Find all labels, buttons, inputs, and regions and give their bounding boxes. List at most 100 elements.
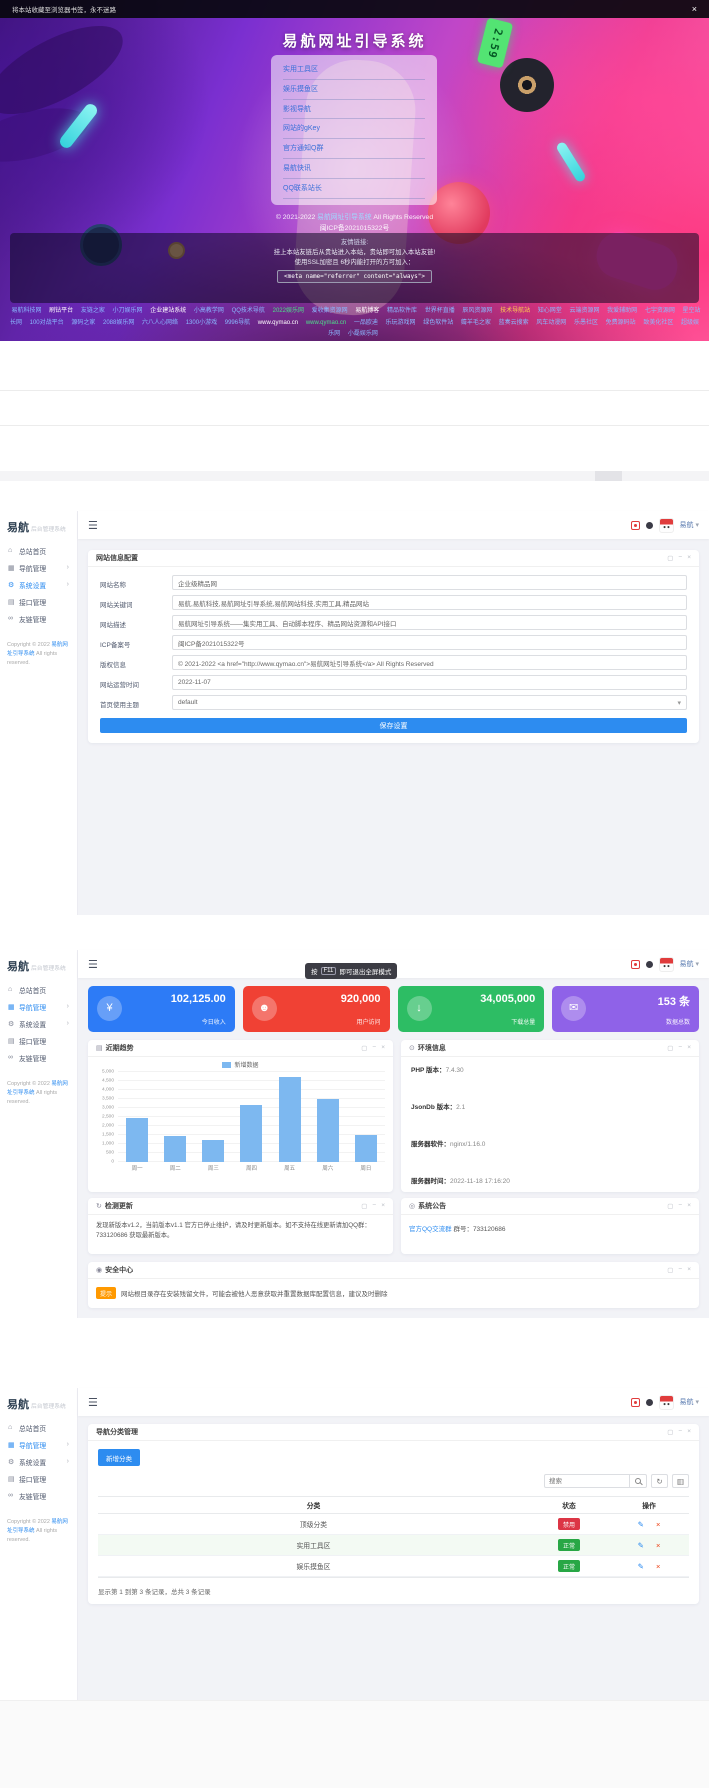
close-icon[interactable]: ×: [687, 1428, 691, 1436]
stat-card[interactable]: ↓ 34,005,000 下载总量: [398, 986, 545, 1032]
add-category-button[interactable]: 新增分类: [98, 1449, 140, 1466]
sidebar-item[interactable]: ⌂ 总站首页: [0, 981, 77, 998]
user-menu[interactable]: 易航 ▾: [680, 959, 699, 969]
close-icon[interactable]: ×: [687, 1044, 691, 1052]
search-icon[interactable]: [630, 1474, 647, 1488]
friend-link[interactable]: 蓝奏云搜索: [499, 320, 529, 326]
icp-number[interactable]: 闽ICP备2021015322号: [0, 222, 709, 232]
minimize-icon[interactable]: −: [678, 1428, 682, 1436]
friend-link[interactable]: 乐玩游戏网: [386, 320, 416, 326]
sidebar-item[interactable]: ⌂ 总站首页: [0, 542, 77, 559]
delete-icon[interactable]: ×: [656, 1541, 660, 1550]
column-header-status[interactable]: 状态: [529, 1500, 609, 1510]
column-header-ops[interactable]: 操作: [609, 1500, 689, 1510]
minimize-icon[interactable]: −: [678, 554, 682, 562]
minimize-icon[interactable]: −: [372, 1044, 376, 1052]
notification-icon[interactable]: [631, 521, 640, 530]
friend-link[interactable]: 我爱辅助网: [607, 308, 637, 314]
friend-link[interactable]: 七宇资源网: [645, 308, 675, 314]
friend-link[interactable]: 爱收集资源网: [312, 308, 348, 314]
friend-link[interactable]: www.qymao.cn: [306, 320, 346, 326]
friend-link[interactable]: 友链之家: [81, 308, 105, 314]
minimize-icon[interactable]: −: [678, 1044, 682, 1052]
resize-icon[interactable]: ▢: [361, 1044, 367, 1052]
friend-link[interactable]: 辰风资源网: [462, 308, 492, 314]
stat-card[interactable]: ☻ 920,000 用户访问: [243, 986, 390, 1032]
close-icon[interactable]: ×: [687, 1202, 691, 1210]
friend-link[interactable]: 世界杯直播: [425, 308, 455, 314]
refresh-icon[interactable]: ↻: [651, 1474, 668, 1488]
config-input[interactable]: [172, 655, 687, 670]
qq-group-link[interactable]: 官方QQ交流群: [409, 1226, 452, 1233]
friend-link[interactable]: 薅羊毛之家: [461, 320, 491, 326]
config-input[interactable]: [172, 675, 687, 690]
friend-link[interactable]: 知心网堂: [538, 308, 562, 314]
site-name-link[interactable]: 易航网址引导系统: [317, 214, 371, 221]
minimize-icon[interactable]: −: [372, 1202, 376, 1210]
theme-icon[interactable]: [646, 1399, 653, 1406]
friend-link[interactable]: 风车动漫网: [536, 320, 566, 326]
column-header-name[interactable]: 分类: [98, 1500, 529, 1510]
config-input[interactable]: [172, 695, 687, 710]
friend-link[interactable]: 企业建站系统: [150, 308, 186, 314]
sidebar-item[interactable]: ⚙ 系统设置 ›: [0, 1015, 77, 1032]
friend-link[interactable]: 2022娱乐网: [273, 308, 304, 314]
menu-toggle-icon[interactable]: ☰: [88, 1396, 98, 1409]
friend-link[interactable]: 源码之家: [71, 320, 95, 326]
close-icon[interactable]: ×: [687, 1266, 691, 1274]
sidebar-item[interactable]: ▦ 导航管理 ›: [0, 998, 77, 1015]
avatar[interactable]: [659, 518, 674, 533]
friend-link[interactable]: 致美化社区: [643, 320, 673, 326]
hero-nav-link[interactable]: 影视导航: [283, 100, 425, 120]
edit-icon[interactable]: ✎: [638, 1562, 644, 1571]
minimize-icon[interactable]: −: [678, 1202, 682, 1210]
friend-link[interactable]: 乐愚社区: [574, 320, 598, 326]
sidebar-item[interactable]: ▦ 导航管理 ›: [0, 559, 77, 576]
hero-nav-link[interactable]: 网站的gKey: [283, 119, 425, 139]
friend-link[interactable]: QQ技术导航: [232, 308, 265, 314]
resize-icon[interactable]: ▢: [361, 1202, 367, 1210]
config-input[interactable]: [172, 635, 687, 650]
friend-link[interactable]: 技术导航站: [500, 308, 530, 314]
friend-link[interactable]: 云端资源网: [569, 308, 599, 314]
avatar[interactable]: [659, 957, 674, 972]
sidebar-item[interactable]: ∞ 友链管理: [0, 1487, 77, 1504]
resize-icon[interactable]: ▢: [667, 554, 673, 562]
menu-toggle-icon[interactable]: ☰: [88, 519, 98, 532]
close-icon[interactable]: ×: [381, 1044, 385, 1052]
minimize-icon[interactable]: −: [678, 1266, 682, 1274]
friend-link[interactable]: 六八人心网络: [142, 320, 178, 326]
theme-icon[interactable]: [646, 522, 653, 529]
user-menu[interactable]: 易航 ▾: [680, 1397, 699, 1407]
friend-link[interactable]: 一品欧迪: [354, 320, 378, 326]
friend-link[interactable]: 9996导航: [225, 320, 250, 326]
columns-icon[interactable]: ▥: [672, 1474, 689, 1488]
friend-link[interactable]: 小刀娱乐网: [113, 308, 143, 314]
friend-link[interactable]: 绿色软件站: [423, 320, 453, 326]
config-input[interactable]: [172, 595, 687, 610]
friend-link[interactable]: 小高教学网: [194, 308, 224, 314]
edit-icon[interactable]: ✎: [638, 1541, 644, 1550]
config-input[interactable]: [172, 575, 687, 590]
friend-link[interactable]: 免费源码站: [606, 320, 636, 326]
sidebar-item[interactable]: ∞ 友链管理: [0, 610, 77, 627]
hero-nav-link[interactable]: QQ联系站长: [283, 179, 425, 199]
sidebar-item[interactable]: ⚙ 系统设置 ›: [0, 576, 77, 593]
notification-icon[interactable]: [631, 960, 640, 969]
close-icon[interactable]: ×: [381, 1202, 385, 1210]
friend-link[interactable]: 精品软件库: [387, 308, 417, 314]
theme-icon[interactable]: [646, 961, 653, 968]
friend-link[interactable]: 100对战平台: [30, 320, 64, 326]
friend-link[interactable]: 刷钻平台: [49, 308, 73, 314]
resize-icon[interactable]: ▢: [667, 1428, 673, 1436]
save-button[interactable]: 保存设置: [100, 718, 687, 733]
resize-icon[interactable]: ▢: [667, 1202, 673, 1210]
resize-icon[interactable]: ▢: [667, 1266, 673, 1274]
friend-link[interactable]: 1300小游戏: [186, 320, 217, 326]
friend-link[interactable]: 易航博客: [355, 308, 379, 314]
hero-nav-link[interactable]: 官方通知Q群: [283, 139, 425, 159]
hero-nav-link[interactable]: 实用工具区: [283, 60, 425, 80]
resize-icon[interactable]: ▢: [667, 1044, 673, 1052]
sidebar-item[interactable]: ▤ 接口管理: [0, 1032, 77, 1049]
user-menu[interactable]: 易航 ▾: [680, 520, 699, 530]
